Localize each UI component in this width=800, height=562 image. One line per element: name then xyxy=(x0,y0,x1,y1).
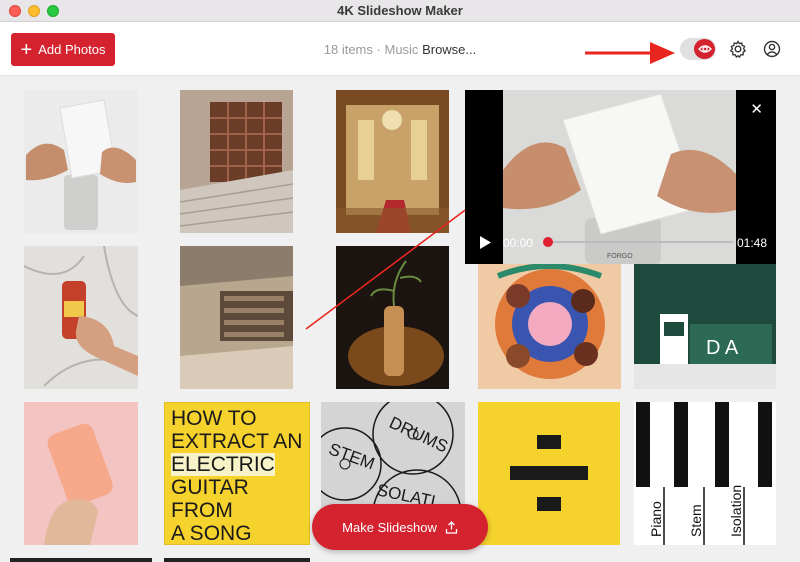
photo-tile[interactable] xyxy=(10,558,152,562)
share-icon xyxy=(445,520,457,534)
guitar-text-line: A SONG xyxy=(171,522,252,545)
window-title: 4K Slideshow Maker xyxy=(337,3,463,18)
make-slideshow-label: Make Slideshow xyxy=(342,519,437,535)
photo-tile[interactable] xyxy=(164,558,310,562)
piano-word: Isolation xyxy=(728,485,744,537)
guitar-text-tile[interactable]: HOW TO EXTRACT AN ELECTRIC GUITAR FROM A… xyxy=(164,402,310,545)
progress-handle[interactable] xyxy=(543,237,553,247)
preview-frame: FORGO xyxy=(503,90,736,264)
guitar-text-line: EXTRACT AN xyxy=(171,430,303,453)
guitar-text: HOW TO EXTRACT AN ELECTRIC GUITAR FROM A… xyxy=(171,407,303,545)
photo-tile[interactable]: D A xyxy=(634,246,776,389)
account-icon[interactable] xyxy=(763,40,781,58)
photo-tile[interactable] xyxy=(180,246,293,389)
separator: · xyxy=(376,42,381,57)
photo-tile[interactable] xyxy=(180,90,293,233)
photo-tile[interactable] xyxy=(24,402,138,545)
annotation-arrow-right xyxy=(585,42,675,64)
music-label: Music xyxy=(384,42,419,57)
preview-toggle[interactable] xyxy=(680,38,716,60)
title-bar: 4K Slideshow Maker xyxy=(0,0,800,22)
toolbar: + Add Photos 18 items · Music Browse... xyxy=(0,22,800,76)
eye-icon xyxy=(694,39,715,59)
piano-word: Piano xyxy=(648,501,664,537)
duration: 01:48 xyxy=(737,236,768,250)
guitar-text-line: ELECTRIC xyxy=(171,453,275,476)
preview-popup: FORGO ✕ 00:00 01:48 xyxy=(465,90,776,264)
gear-icon[interactable] xyxy=(729,40,747,58)
make-slideshow-button[interactable]: Make Slideshow xyxy=(312,504,488,550)
items-count: 18 items xyxy=(323,42,373,57)
divide-tile[interactable] xyxy=(478,402,620,545)
close-icon[interactable]: ✕ xyxy=(750,100,763,118)
play-icon[interactable] xyxy=(479,236,491,254)
guitar-text-line: GUITAR xyxy=(171,476,249,499)
guitar-text-line: HOW TO xyxy=(171,407,257,430)
photo-tile[interactable] xyxy=(24,90,138,233)
piano-word: Stem xyxy=(688,504,704,537)
da-label: D A xyxy=(706,337,739,359)
progress-track[interactable] xyxy=(549,241,733,243)
guitar-text-line: FROM xyxy=(171,499,233,522)
music-browse-button[interactable]: Browse... xyxy=(422,42,476,57)
photo-tile[interactable] xyxy=(24,246,138,389)
forgo-label: FORGO xyxy=(607,253,633,260)
current-time: 00:00 xyxy=(503,236,534,250)
piano-tile[interactable]: Piano Stem Isolation xyxy=(634,402,776,545)
